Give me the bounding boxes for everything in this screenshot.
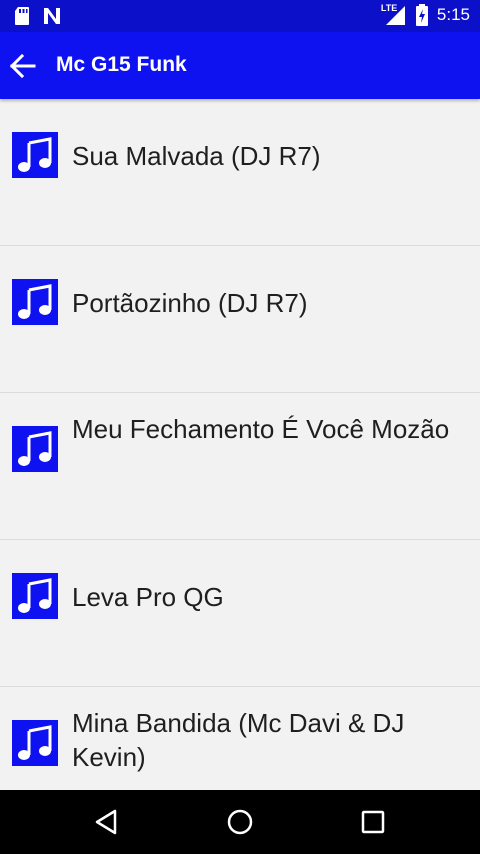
arrow-left-icon[interactable] <box>6 50 38 82</box>
music-note-icon <box>12 573 58 619</box>
list-item[interactable]: Leva Pro QG <box>0 540 480 687</box>
n-notification-icon <box>44 8 60 24</box>
home-circle-icon[interactable] <box>224 806 256 838</box>
music-note-icon <box>12 426 58 472</box>
battery-charging-icon <box>415 4 428 26</box>
song-title: Meu Fechamento É Você Mozão <box>72 414 450 444</box>
music-note-icon <box>12 720 58 766</box>
list-item[interactable]: Sua Malvada (DJ R7) <box>0 99 480 246</box>
music-note-icon <box>12 132 58 178</box>
list-item[interactable]: Meu Fechamento É Você Mozão <box>0 393 480 540</box>
song-list[interactable]: Sua Malvada (DJ R7) Portãozinho (DJ R7) … <box>0 99 480 790</box>
app-bar: Mc G15 Funk <box>0 32 480 99</box>
song-title: Sua Malvada (DJ R7) <box>72 141 321 171</box>
status-left <box>14 6 62 26</box>
list-item[interactable]: Portãozinho (DJ R7) <box>0 246 480 393</box>
status-bar: LTE 5:15 <box>0 0 480 32</box>
recents-square-icon[interactable] <box>357 806 389 838</box>
music-note-icon <box>12 279 58 325</box>
back-triangle-icon[interactable] <box>91 806 123 838</box>
list-item[interactable]: Mina Bandida (Mc Davi & DJ Kevin) <box>0 687 480 790</box>
song-title: Portãozinho (DJ R7) <box>72 288 308 318</box>
clock: 5:15 <box>436 5 470 24</box>
page-title: Mc G15 Funk <box>56 53 187 76</box>
sd-card-icon <box>15 7 29 25</box>
song-title: Mina Bandida (Mc Davi & DJ Kevin) <box>72 708 405 772</box>
signal-icon: LTE <box>381 3 407 26</box>
song-title: Leva Pro QG <box>72 582 224 612</box>
navigation-bar <box>0 790 480 854</box>
status-right: LTE 5:15 <box>381 3 470 26</box>
